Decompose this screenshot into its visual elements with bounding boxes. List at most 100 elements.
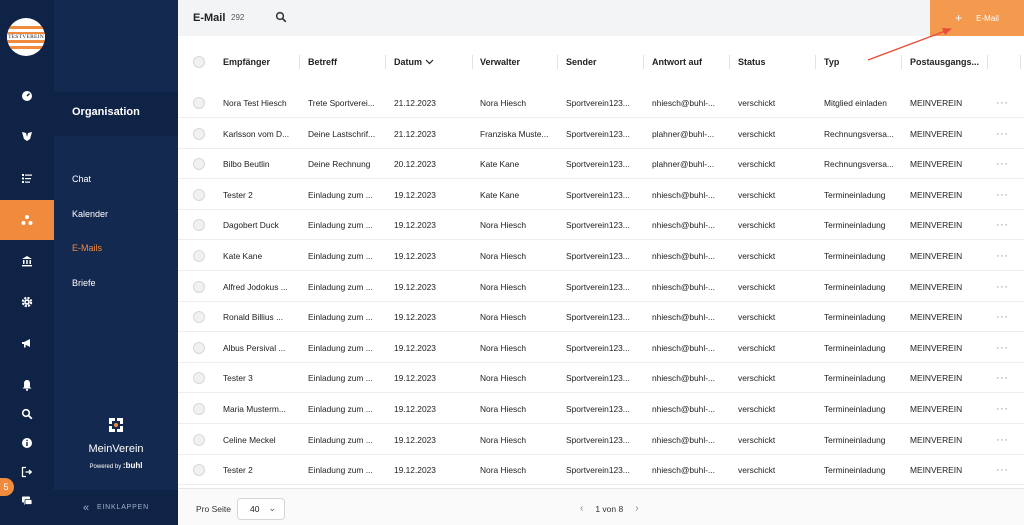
brand-name: MeinVerein xyxy=(88,443,144,455)
cell-subject: Einladung zum ... xyxy=(308,189,373,200)
table-row[interactable]: Tester 2 Einladung zum ... 19.12.2023 Nora … xyxy=(178,455,1024,486)
cell-status: verschickt xyxy=(738,251,776,261)
table-row[interactable]: Kate Kane Einladung zum ... 19.12.2023 Nora… xyxy=(178,241,1024,271)
column-divider[interactable] xyxy=(557,55,558,69)
cell-outbox: MEINVEREIN xyxy=(910,251,963,261)
table-row[interactable]: Maria Musterm... Einladung zum ... 19.12.2… xyxy=(178,394,1024,424)
row-checkbox[interactable] xyxy=(193,241,205,271)
table-row[interactable]: Tester 2 Einladung zum ... 19.12.2023 Kate … xyxy=(178,180,1024,210)
row-checkbox[interactable] xyxy=(193,119,205,149)
cell-outbox: MEINVEREIN xyxy=(910,342,963,353)
column-header[interactable]: Status xyxy=(738,46,766,78)
row-checkbox[interactable] xyxy=(193,149,205,179)
column-header[interactable]: Sender xyxy=(566,46,597,78)
rail-announcements[interactable] xyxy=(0,328,54,358)
more-horizontal-icon[interactable]: ··· xyxy=(996,425,1009,455)
sidebar-item-chat[interactable]: Chat xyxy=(72,174,91,184)
more-horizontal-icon[interactable]: ··· xyxy=(996,241,1009,271)
column-header[interactable]: Antwort auf xyxy=(652,46,702,78)
rail-members[interactable] xyxy=(0,121,54,151)
search-icon xyxy=(21,408,33,420)
rail-info[interactable] xyxy=(0,428,54,458)
table-row[interactable]: Nora Test Hiesch Trete Sportverei... 21.12… xyxy=(178,88,1024,118)
cell-type: Termineinladung xyxy=(824,189,886,200)
row-checkbox[interactable] xyxy=(193,333,205,363)
table-row[interactable]: Albus Persival ... Einladung zum ... 19.12… xyxy=(178,333,1024,363)
table-row[interactable]: Alfred Jodokus ... Einladung zum ... 19.12… xyxy=(178,272,1024,302)
club-logo[interactable]: TESTVEREIN xyxy=(7,18,45,56)
column-divider[interactable] xyxy=(472,55,473,69)
row-checkbox[interactable] xyxy=(193,302,205,332)
column-divider[interactable] xyxy=(729,55,730,69)
row-checkbox[interactable] xyxy=(193,425,205,455)
list-icon xyxy=(22,174,32,183)
cell-outbox: MEINVEREIN xyxy=(910,281,963,292)
more-horizontal-icon[interactable]: ··· xyxy=(996,394,1009,424)
column-header[interactable]: Empfänger xyxy=(223,46,270,78)
table-row[interactable]: Ronald Billius ... Einladung zum ... 19.12… xyxy=(178,302,1024,333)
cell-date: 19.12.2023 xyxy=(394,404,436,414)
members-icon xyxy=(22,132,32,141)
main-content: E-Mail 292 + E-Mail Empfänger Betreff Da… xyxy=(178,0,1024,525)
row-checkbox[interactable] xyxy=(193,394,205,424)
select-all-checkbox[interactable] xyxy=(193,46,205,78)
cell-recipient: Tester 2 xyxy=(223,465,253,476)
rail-search[interactable] xyxy=(0,399,54,429)
rail-settings[interactable] xyxy=(0,287,54,317)
sidebar-item-emails[interactable]: E-Mails xyxy=(72,243,102,253)
table-row[interactable]: Celine Meckel Einladung zum ... 19.12.2023… xyxy=(178,425,1024,455)
prev-page-icon[interactable]: ‹ xyxy=(580,503,583,514)
per-page-select[interactable]: 40 ⌄ xyxy=(237,498,285,520)
column-header-sorted[interactable]: Datum xyxy=(394,46,434,78)
more-horizontal-icon[interactable]: ··· xyxy=(996,180,1009,210)
row-checkbox[interactable] xyxy=(193,210,205,240)
column-divider[interactable] xyxy=(643,55,644,69)
column-divider[interactable] xyxy=(385,55,386,69)
column-divider[interactable] xyxy=(901,55,902,69)
more-horizontal-icon[interactable]: ··· xyxy=(996,272,1009,302)
table-row[interactable]: Karlsson vom D... Deine Lastschrif... 21.1… xyxy=(178,119,1024,149)
more-horizontal-icon[interactable]: ··· xyxy=(996,302,1009,332)
column-divider[interactable] xyxy=(299,55,300,69)
more-horizontal-icon[interactable]: ··· xyxy=(996,119,1009,149)
column-divider[interactable] xyxy=(1020,55,1021,69)
column-header[interactable]: Postausgangs... xyxy=(910,46,979,78)
rail-organisation[interactable] xyxy=(0,200,54,240)
search-icon[interactable] xyxy=(275,11,287,23)
more-horizontal-icon[interactable]: ··· xyxy=(996,210,1009,240)
row-checkbox[interactable] xyxy=(193,363,205,393)
more-horizontal-icon[interactable]: ··· xyxy=(996,333,1009,363)
cell-outbox: MEINVEREIN xyxy=(910,404,963,414)
row-checkbox[interactable] xyxy=(193,272,205,302)
row-checkbox[interactable] xyxy=(193,180,205,210)
cell-date: 19.12.2023 xyxy=(394,312,436,323)
add-email-label: E-Mail xyxy=(976,13,999,23)
column-header[interactable]: Betreff xyxy=(308,46,337,78)
next-page-icon[interactable]: › xyxy=(635,503,638,514)
row-checkbox[interactable] xyxy=(193,455,205,485)
rail-dashboard[interactable] xyxy=(0,81,54,111)
table-row[interactable]: Bilbo Beutlin Deine Rechnung 20.12.2023 Kat… xyxy=(178,149,1024,180)
dashboard-icon xyxy=(22,91,32,101)
more-horizontal-icon[interactable]: ··· xyxy=(996,455,1009,485)
sidebar-item-kalender[interactable]: Kalender xyxy=(72,209,108,219)
rail-notifications[interactable] xyxy=(0,370,54,400)
more-horizontal-icon[interactable]: ··· xyxy=(996,88,1009,118)
column-divider[interactable] xyxy=(815,55,816,69)
row-checkbox[interactable] xyxy=(193,88,205,118)
table-row[interactable]: Dagobert Duck Einladung zum ... 19.12.2023… xyxy=(178,210,1024,241)
more-horizontal-icon[interactable]: ··· xyxy=(996,149,1009,179)
rail-bank[interactable] xyxy=(0,246,54,276)
column-header[interactable]: Typ xyxy=(824,46,839,78)
cell-subject: Einladung zum ... xyxy=(308,434,373,445)
collapse-button[interactable]: « EINKLAPPEN xyxy=(54,490,178,525)
rail-list[interactable] xyxy=(0,163,54,193)
cell-status: verschickt xyxy=(738,434,776,445)
cell-subject: Einladung zum ... xyxy=(308,465,373,476)
sidebar-item-briefe[interactable]: Briefe xyxy=(72,278,96,288)
column-header[interactable]: Verwalter xyxy=(480,46,520,78)
add-email-button[interactable]: + E-Mail xyxy=(930,0,1024,36)
more-horizontal-icon[interactable]: ··· xyxy=(996,363,1009,393)
table-row[interactable]: Tester 3 Einladung zum ... 19.12.2023 Nora … xyxy=(178,363,1024,394)
column-divider[interactable] xyxy=(987,55,988,69)
